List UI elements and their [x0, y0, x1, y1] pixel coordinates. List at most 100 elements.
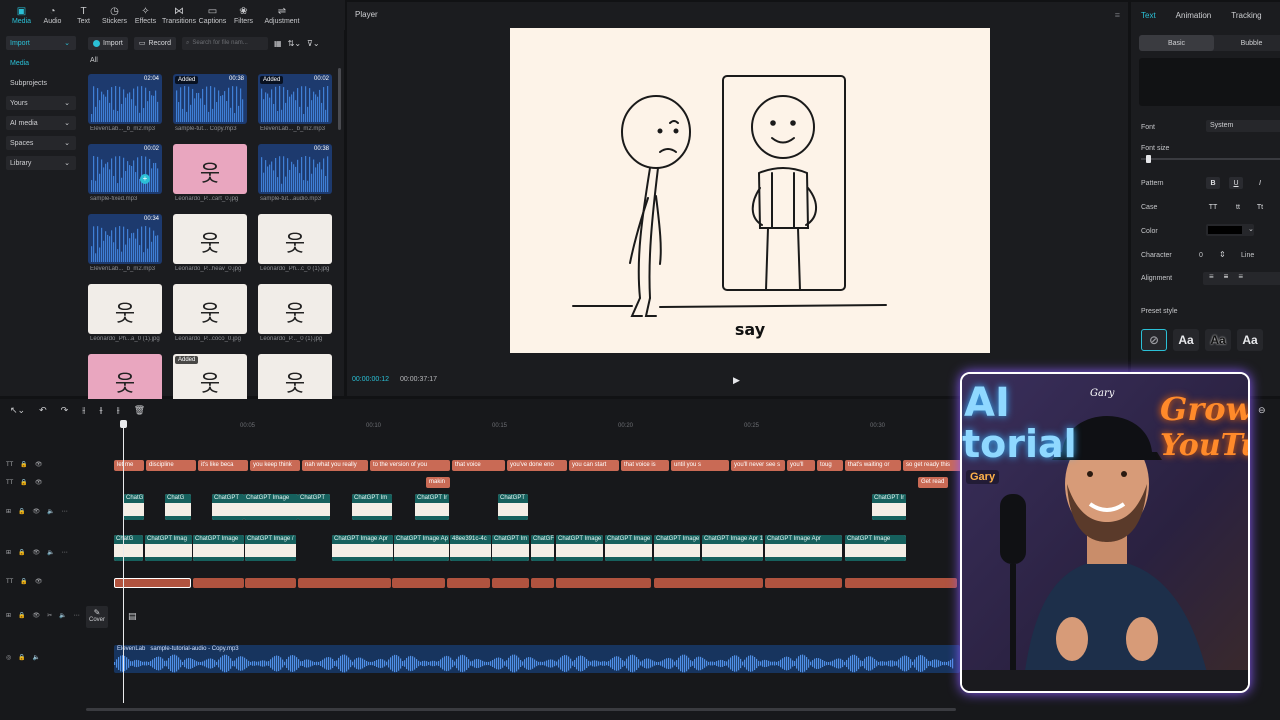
caption-segment[interactable] — [492, 578, 529, 588]
font-select[interactable]: System — [1206, 120, 1280, 132]
video-clip[interactable]: ChatGPT Image — [845, 535, 906, 561]
text-clip[interactable]: makin — [426, 477, 450, 488]
text-clip[interactable]: so get ready this — [903, 460, 963, 471]
preset-item[interactable]: Aa — [1205, 329, 1231, 351]
more-icon[interactable]: ⋯ — [62, 549, 68, 556]
audio-thumbnail[interactable]: 02:04 — [88, 74, 162, 124]
video-clip[interactable]: ChatGPT Ir — [415, 494, 449, 520]
search-input[interactable]: ⌕ Search for file nam... — [182, 36, 269, 50]
caption-segment[interactable] — [845, 578, 957, 588]
video-clip[interactable]: ChatGPT Imag — [145, 535, 192, 561]
caption-segment[interactable] — [298, 578, 391, 588]
speaker-icon[interactable]: 🔈 — [33, 654, 40, 661]
video-clip[interactable]: ChatGPT — [498, 494, 528, 520]
add-to-timeline-icon[interactable]: + — [140, 174, 150, 184]
text-clip[interactable]: that voice — [452, 460, 505, 471]
video-clip[interactable]: ChatG — [124, 494, 144, 520]
delete-icon[interactable]: 🗑 — [134, 405, 145, 416]
tool-media[interactable]: ▣ Media — [6, 0, 37, 30]
caption-segment[interactable] — [765, 578, 842, 588]
video-clip[interactable]: ChatGPT Image / — [245, 535, 296, 561]
tool-filters[interactable]: ❀ Filters — [228, 0, 259, 30]
italic-button[interactable]: I — [1253, 177, 1267, 189]
audio-clip[interactable]: ElevenLab sample-tutorial-audio - Copy.m… — [114, 645, 960, 673]
text-input[interactable] — [1139, 58, 1280, 106]
video-clip[interactable]: ChatGPT Im — [352, 494, 392, 520]
video-track-icon[interactable]: ⊞ — [6, 612, 11, 619]
redo-icon[interactable]: ↷ — [61, 405, 69, 416]
media-scrollbar[interactable] — [338, 68, 341, 130]
text-clip[interactable]: it's like beca — [198, 460, 248, 471]
text-clip[interactable]: that voice is — [621, 460, 669, 471]
text-clip[interactable]: to the version of you — [370, 460, 450, 471]
segment-bubble[interactable]: Bubble — [1214, 35, 1280, 51]
zoom-out-icon[interactable]: ⊖ — [1258, 405, 1266, 416]
tool-audio[interactable]: ◔ Audio — [37, 0, 68, 30]
font-size-slider-handle[interactable] — [1146, 155, 1151, 163]
video-clip[interactable]: 48ee391c-4c — [450, 535, 491, 561]
audio-thumbnail[interactable]: 00:02 + — [88, 144, 162, 194]
video-clip[interactable]: ChatGPT — [298, 494, 330, 520]
lock-icon[interactable]: 🔒 — [18, 612, 25, 619]
text-clip[interactable]: you'll never see s — [731, 460, 785, 471]
image-thumbnail[interactable]: 웃 — [88, 354, 162, 404]
video-clip[interactable]: ChatGPT Image — [605, 535, 652, 561]
link-icon[interactable]: ✂ — [47, 612, 52, 619]
lock-icon[interactable]: 🔒 — [20, 461, 27, 468]
speaker-icon[interactable]: 🔈 — [47, 508, 54, 515]
eye-icon[interactable]: 👁 — [33, 508, 41, 515]
split-left-icon[interactable]: ⫳ — [99, 405, 103, 416]
segment-basic[interactable]: Basic — [1139, 35, 1214, 51]
tool-transitions[interactable]: ⋈ Transitions — [161, 0, 197, 30]
image-thumbnail[interactable]: 웃 — [173, 284, 247, 334]
video-clip[interactable]: ChatG — [165, 494, 191, 520]
lock-icon[interactable]: 🔒 — [20, 479, 27, 486]
audio-thumbnail[interactable]: 00:02 Added — [258, 74, 332, 124]
video-clip[interactable]: ChatGPT Image Apr 17, 20 — [702, 535, 763, 561]
nav-spaces[interactable]: Spaces ⌄ — [6, 136, 76, 150]
image-thumbnail[interactable]: 웃 Added — [173, 354, 247, 404]
text-clip[interactable]: you'll — [787, 460, 815, 471]
nav-media[interactable]: Media — [6, 56, 76, 70]
bold-button[interactable]: B — [1206, 177, 1220, 189]
align-left-icon[interactable]: ≡ — [1209, 272, 1214, 285]
more-icon[interactable]: ⋯ — [62, 508, 68, 515]
preset-item[interactable]: Aa — [1237, 329, 1263, 351]
nav-subprojects[interactable]: Subprojects — [6, 76, 76, 90]
underline-button[interactable]: U — [1229, 177, 1243, 189]
text-clip[interactable]: toug — [817, 460, 843, 471]
case-lower-button[interactable]: tt — [1231, 201, 1245, 213]
cover-button[interactable]: ✎ Cover — [86, 606, 108, 628]
text-track-icon[interactable]: TT — [6, 480, 13, 486]
image-thumbnail[interactable]: 웃 — [173, 214, 247, 264]
text-clip[interactable]: you keep think — [250, 460, 300, 471]
grid-view-icon[interactable]: ▦ — [274, 39, 282, 48]
play-icon[interactable]: ▶ — [733, 375, 740, 386]
video-clip[interactable]: ChatGPT Im — [492, 535, 529, 561]
video-clip[interactable]: ChatGPT Image — [244, 494, 298, 520]
caption-segment[interactable] — [114, 578, 191, 588]
eye-icon[interactable]: 👁 — [35, 578, 43, 585]
video-clip[interactable]: ChatGPT — [212, 494, 244, 520]
split-icon[interactable]: ⫲ — [82, 405, 85, 416]
image-thumbnail[interactable]: 웃 — [258, 214, 332, 264]
text-track-icon[interactable]: TT — [6, 462, 13, 468]
caption-segment[interactable] — [531, 578, 554, 588]
record-button[interactable]: ▭ Record — [133, 36, 177, 50]
text-clip[interactable]: that's waiting or — [845, 460, 901, 471]
image-thumbnail[interactable]: 웃 — [258, 354, 332, 404]
undo-icon[interactable]: ↶ — [39, 405, 47, 416]
video-clip[interactable]: ChatGPT Image Apr — [765, 535, 842, 561]
sort-icon[interactable]: ⇅⌄ — [288, 39, 301, 48]
font-size-slider[interactable] — [1141, 158, 1280, 160]
lock-icon[interactable]: 🔒 — [18, 508, 25, 515]
color-picker[interactable] — [1206, 224, 1254, 236]
image-thumbnail[interactable]: 웃 — [258, 284, 332, 334]
tool-adjustment[interactable]: ⇌ Adjustment — [259, 0, 305, 30]
filter-icon[interactable]: ⊽⌄ — [307, 39, 320, 48]
preview-canvas[interactable]: say — [510, 28, 990, 353]
text-clip[interactable]: let me — [114, 460, 144, 471]
audio-thumbnail[interactable]: 00:38 Added — [173, 74, 247, 124]
lock-icon[interactable]: 🔒 — [18, 549, 25, 556]
eye-icon[interactable]: 👁 — [33, 549, 41, 556]
